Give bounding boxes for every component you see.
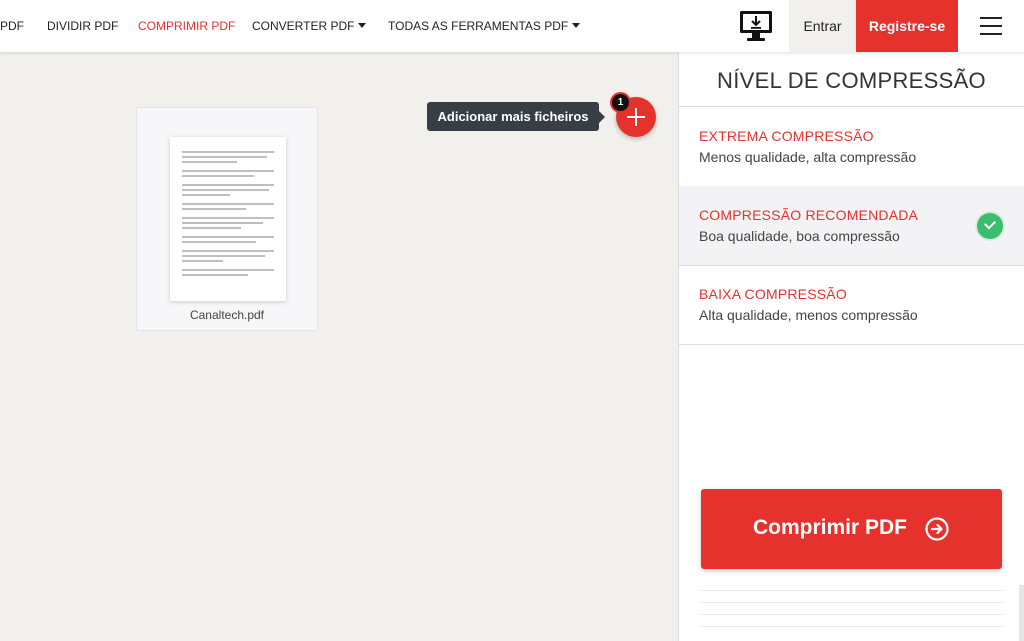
nav-item-label: TODAS AS FERRAMENTAS PDF <box>388 19 569 33</box>
nav-item-label: CONVERTER PDF <box>252 19 355 33</box>
nav-item-label: DIVIDIR PDF <box>47 19 119 33</box>
nav-item-todas-ferramentas[interactable]: TODAS AS FERRAMENTAS PDF <box>388 0 581 52</box>
option-description: Alta qualidade, menos compressão <box>699 307 918 323</box>
compress-button-label: Comprimir PDF <box>753 516 908 539</box>
nav-item-label: COMPRIMIR PDF <box>138 19 236 33</box>
nav-item-dividir-pdf[interactable]: DIVIDIR PDF <box>47 0 118 52</box>
option-title: COMPRESSÃO RECOMENDADA <box>699 207 919 223</box>
login-button[interactable]: Entrar <box>789 0 856 52</box>
option-low-compression[interactable]: BAIXA COMPRESSÃO Alta qualidade, menos c… <box>679 265 1024 345</box>
panel-title: NÍVEL DE COMPRESSÃO <box>679 52 1024 107</box>
option-title: BAIXA COMPRESSÃO <box>699 286 847 302</box>
option-description: Menos qualidade, alta compressão <box>699 149 917 165</box>
compress-pdf-button[interactable]: Comprimir PDF <box>701 489 1002 569</box>
pdf-thumbnail <box>170 137 286 301</box>
nav-item-comprimir-pdf[interactable]: COMPRIMIR PDF <box>138 0 235 52</box>
arrow-circle-right-icon <box>925 517 949 541</box>
register-button[interactable]: Registre-se <box>856 0 958 52</box>
caret-down-icon <box>358 23 367 28</box>
check-icon <box>977 213 1003 239</box>
option-extreme-compression[interactable]: EXTREMA COMPRESSÃO Menos qualidade, alta… <box>679 107 1024 187</box>
nav-item-label: PDF <box>0 19 24 33</box>
option-description: Boa qualidade, boa compressão <box>699 228 900 244</box>
caret-down-icon <box>572 23 581 28</box>
nav-item-converter-pdf[interactable]: CONVERTER PDF <box>252 0 367 52</box>
file-name: Canaltech.pdf <box>189 308 265 322</box>
top-navbar: PDF DIVIDIR PDF COMPRIMIR PDF CONVERTER … <box>0 0 1024 52</box>
hamburger-icon[interactable] <box>980 16 1002 36</box>
option-recommended-compression[interactable]: COMPRESSÃO RECOMENDADA Boa qualidade, bo… <box>679 186 1024 266</box>
panel-footer-divider <box>700 590 1004 638</box>
nav-item-pdf[interactable]: PDF <box>0 0 24 52</box>
file-card[interactable]: Canaltech.pdf <box>136 107 318 331</box>
option-title: EXTREMA COMPRESSÃO <box>699 128 874 144</box>
desktop-download-icon[interactable] <box>739 10 773 42</box>
add-files-tooltip: Adicionar mais ficheiros <box>427 102 605 131</box>
scrollbar[interactable] <box>1019 585 1024 641</box>
file-count-badge: 1 <box>610 92 631 113</box>
